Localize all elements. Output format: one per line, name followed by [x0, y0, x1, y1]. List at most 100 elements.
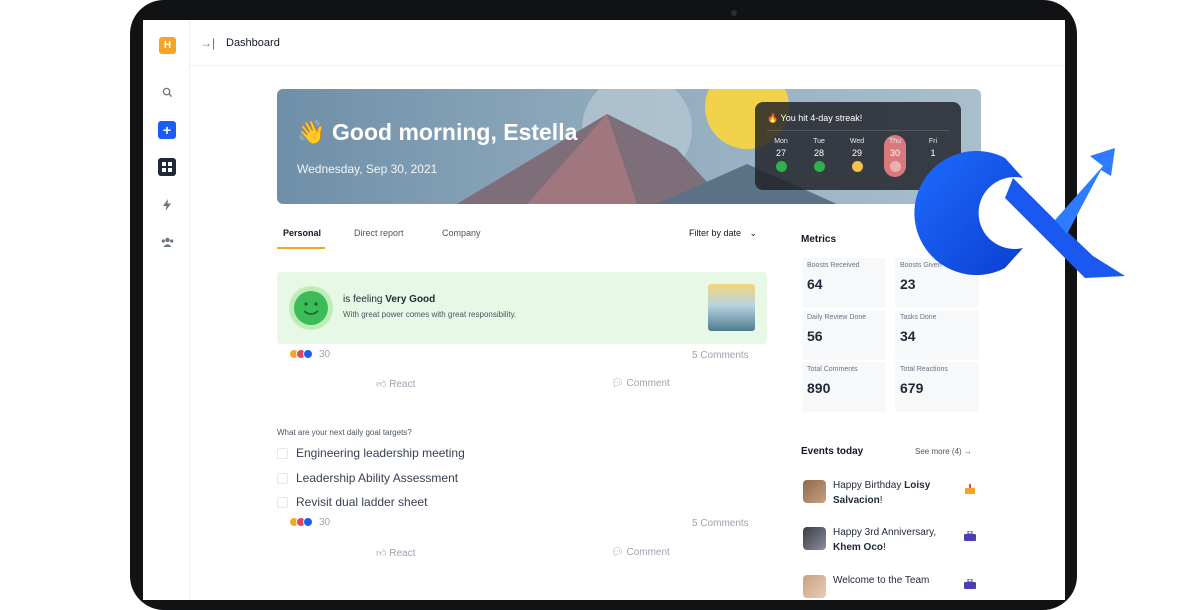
chevron-down-icon: ⌄ — [749, 228, 758, 238]
briefcase-icon — [964, 531, 976, 541]
streak-day: Mon 27 — [770, 138, 792, 172]
event-person: Khem Oco — [833, 542, 884, 553]
briefcase-icon — [964, 579, 976, 589]
event-text: Happy Birthday Loisy Salvacion! — [833, 478, 953, 508]
metric-card: Total Comments 890 — [802, 362, 886, 412]
metric-label: Total Comments — [807, 366, 858, 373]
bolt-icon[interactable] — [158, 196, 176, 214]
day-name: Wed — [849, 138, 865, 145]
day-date: 29 — [851, 148, 862, 158]
people-icon[interactable] — [158, 233, 176, 251]
mood-dot-icon — [889, 161, 901, 172]
goal-item[interactable]: Revisit dual ladder sheet — [277, 495, 427, 509]
comment-label: Comment — [626, 547, 670, 558]
goal-label: Engineering leadership meeting — [296, 446, 465, 460]
search-icon[interactable] — [158, 83, 176, 101]
day-date: 28 — [813, 148, 824, 158]
add-icon[interactable]: + — [158, 121, 176, 139]
streak-day: Wed 29 — [846, 138, 868, 172]
feeling-mood: Very Good — [385, 294, 436, 305]
metric-value: 679 — [900, 380, 924, 396]
reaction-count: 30 — [319, 349, 331, 360]
metric-value: 34 — [900, 328, 916, 344]
feeling-post-card: is feeling Very Good With great power co… — [277, 272, 767, 344]
day-date: 27 — [775, 148, 786, 158]
event-text: Happy 3rd Anniversary, Khem Oco! — [833, 525, 953, 555]
see-more-link[interactable]: See more (4) → — [915, 447, 972, 456]
comments-count-link[interactable]: 5 Comments — [692, 518, 749, 529]
goal-item[interactable]: Leadership Ability Assessment — [277, 471, 458, 485]
comment-button[interactable]: 💬︎ Comment — [611, 378, 670, 389]
goal-label: Revisit dual ladder sheet — [296, 495, 428, 509]
reaction-summary[interactable]: 30 — [289, 517, 330, 528]
speech-bubble-icon: 💬︎ — [611, 547, 624, 558]
post-image[interactable] — [708, 284, 755, 331]
greeting-banner: 👋 Good morning, Estella Wednesday, Sep 3… — [277, 89, 981, 204]
greeting-date: Wednesday, Sep 30, 2021 — [297, 162, 438, 176]
goal-item[interactable]: Engineering leadership meeting — [277, 446, 465, 460]
day-date: 30 — [889, 148, 900, 158]
metric-card: Tasks Done 34 — [895, 310, 979, 360]
checkbox[interactable] — [277, 496, 288, 508]
checkbox[interactable] — [277, 472, 288, 484]
metric-card: Boosts Received 64 — [802, 258, 886, 308]
streak-day: Tue 28 — [808, 138, 830, 172]
filter-label: Filter by date — [689, 228, 742, 238]
metric-value: 890 — [807, 380, 831, 396]
grid-icon[interactable] — [158, 158, 176, 176]
brand-logo-overlay — [914, 148, 1125, 278]
streak-day-today: Thu 30 — [884, 135, 906, 177]
tab-direct-report[interactable]: Direct report — [354, 228, 404, 238]
comment-label: Comment — [626, 378, 670, 389]
sidebar: H + — [143, 20, 190, 600]
react-button[interactable]: 👍︎ React — [376, 378, 415, 390]
breadcrumb: Dashboard — [226, 36, 280, 49]
filter-by-date-dropdown[interactable]: Filter by date ⌄ — [689, 228, 757, 239]
cake-icon — [965, 484, 975, 494]
day-name: Tue — [813, 138, 825, 145]
metric-card: Daily Review Done 56 — [802, 310, 886, 360]
metric-label: Boosts Received — [807, 262, 860, 269]
streak-title: 🔥 You hit 4-day streak! — [767, 113, 863, 123]
goals-question: What are your next daily goal targets? — [277, 428, 412, 437]
metrics-title: Metrics — [801, 234, 837, 245]
metric-card: Total Reactions 679 — [895, 362, 979, 412]
react-label: React — [389, 379, 416, 390]
comments-count-link[interactable]: 5 Comments — [692, 350, 749, 361]
thumbs-up-icon: 👍︎ — [376, 548, 387, 559]
checkbox[interactable] — [277, 447, 288, 459]
clap-reaction-icon — [303, 349, 313, 360]
event-suffix: ! — [879, 495, 883, 506]
metric-label: Daily Review Done — [807, 314, 867, 321]
active-tab-indicator — [277, 247, 325, 249]
react-button[interactable]: 👍︎ React — [376, 547, 415, 559]
metric-value: 64 — [807, 276, 823, 292]
divider — [767, 130, 949, 131]
tab-company[interactable]: Company — [442, 228, 481, 238]
reaction-summary[interactable]: 30 — [289, 349, 330, 360]
event-message: Happy Birthday — [833, 480, 905, 491]
event-text: Welcome to the Team — [833, 573, 953, 588]
metric-label: Total Reactions — [900, 366, 948, 373]
collapse-sidebar-icon[interactable]: →| — [200, 36, 216, 50]
metric-value: 56 — [807, 328, 823, 344]
greeting-title: 👋 Good morning, Estella — [297, 119, 578, 145]
event-message: Welcome to the Team — [833, 575, 930, 586]
tab-personal[interactable]: Personal — [283, 228, 321, 238]
events-title: Events today — [801, 446, 864, 457]
app-logo[interactable]: H — [159, 37, 176, 54]
camera-dot — [731, 10, 737, 16]
avatar — [803, 575, 826, 598]
reaction-count: 30 — [319, 517, 331, 528]
react-label: React — [389, 548, 416, 559]
metric-label: Tasks Done — [900, 314, 937, 321]
top-bar: →| Dashboard — [190, 20, 1065, 66]
feeling-text: is feeling Very Good — [343, 294, 435, 305]
goal-label: Leadership Ability Assessment — [296, 471, 459, 485]
avatar — [803, 480, 826, 503]
feeling-quote: With great power comes with great respon… — [343, 310, 517, 319]
mood-dot-icon — [851, 161, 863, 172]
clap-reaction-icon — [303, 517, 313, 528]
comment-button[interactable]: 💬︎ Comment — [611, 547, 670, 558]
mood-dot-icon — [775, 161, 787, 172]
